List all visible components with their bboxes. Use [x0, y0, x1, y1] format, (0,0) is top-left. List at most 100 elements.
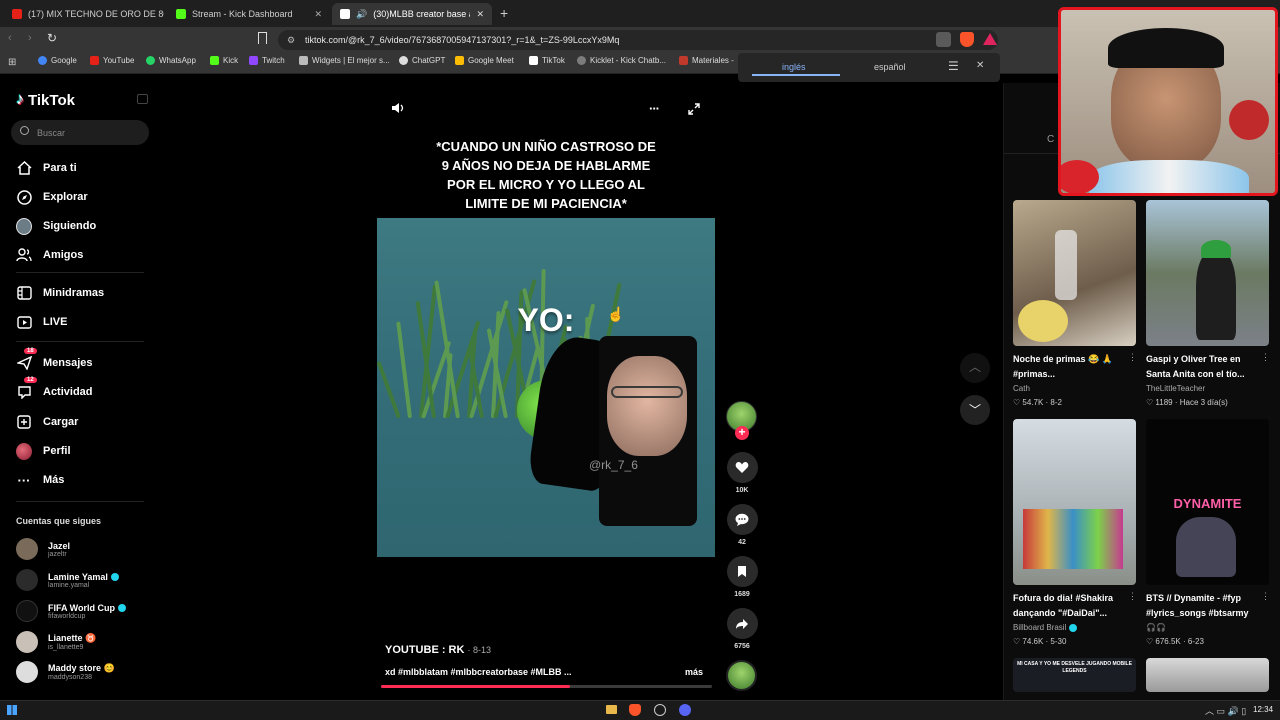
- brave-rewards-icon[interactable]: [983, 33, 997, 45]
- close-tab-icon[interactable]: ✕: [314, 9, 322, 20]
- video-thumbnail[interactable]: MI CASA Y YO ME DESVELE JUGANDO MOBILE L…: [1013, 658, 1136, 692]
- sidebar-item-siguiendo[interactable]: Siguiendo: [16, 217, 96, 235]
- discord-icon[interactable]: [679, 704, 691, 716]
- video-author[interactable]: YOUTUBE : RK · 8-13: [385, 644, 491, 656]
- save-action[interactable]: 1689: [726, 556, 758, 598]
- new-tab-button[interactable]: +: [500, 5, 508, 21]
- card-author[interactable]: Cath: [1013, 384, 1030, 393]
- card-menu-icon[interactable]: ⋮: [1128, 591, 1137, 602]
- bookmark-icon[interactable]: [726, 556, 758, 587]
- tab-kick[interactable]: Stream - Kick Dashboard ✕: [168, 3, 330, 25]
- card-author[interactable]: TheLittleTeacher: [1146, 384, 1205, 393]
- apps-grid-icon[interactable]: ⊞: [8, 57, 16, 68]
- tab-youtube[interactable]: (17) MIX TECHNO DE ORO DE 80's &: [4, 3, 164, 25]
- card-title[interactable]: Noche de primas 😂 🙏 #primas...: [1013, 352, 1113, 382]
- heart-icon[interactable]: [726, 452, 758, 483]
- search-input[interactable]: Buscar: [11, 120, 149, 145]
- more-link[interactable]: más: [685, 667, 703, 677]
- youtube-icon: [90, 56, 99, 65]
- obs-icon[interactable]: [654, 704, 666, 716]
- twitch-icon: [249, 56, 258, 65]
- following-avatar-icon: [16, 217, 32, 235]
- follow-plus-icon[interactable]: +: [735, 426, 749, 440]
- following-item[interactable]: Jazel jazeltr: [16, 538, 70, 560]
- tiktok-logo[interactable]: ♪ TikTok: [16, 91, 75, 109]
- bookmark-kick[interactable]: Kick: [210, 56, 238, 65]
- card-author[interactable]: Billboard Brasil: [1013, 623, 1078, 632]
- volume-icon[interactable]: [391, 101, 405, 115]
- comment-action[interactable]: 42: [726, 504, 758, 546]
- system-tray-icons[interactable]: ︿ ▭ 🔊 ▯: [1205, 704, 1246, 717]
- card-stats: ♡ 1189 · Hace 3 día(s): [1146, 398, 1228, 407]
- menu-icon[interactable]: ☰: [948, 59, 959, 73]
- previous-video-button[interactable]: ︿: [960, 353, 990, 383]
- video-thumbnail[interactable]: [1146, 200, 1269, 346]
- bookmark-whatsapp[interactable]: WhatsApp: [146, 56, 196, 65]
- video-thumbnail[interactable]: [1013, 419, 1136, 585]
- share-action[interactable]: 6756: [726, 608, 758, 650]
- bookmark-chatgpt[interactable]: ChatGPT: [399, 56, 445, 65]
- following-item[interactable]: FIFA World Cup fifaworldcup: [16, 600, 126, 622]
- address-bar[interactable]: ⚙ tiktok.com/@rk_7_6/video/7673687005947…: [278, 30, 998, 50]
- sidebar-item-perfil[interactable]: Perfil: [16, 442, 71, 460]
- source-language-tab[interactable]: inglés: [782, 62, 806, 72]
- bookmark-tiktok[interactable]: TikTok: [529, 56, 565, 65]
- share-icon[interactable]: [726, 608, 758, 639]
- card-menu-icon[interactable]: ⋮: [1261, 352, 1270, 363]
- back-icon[interactable]: ‹: [8, 32, 12, 44]
- bookmark-twitch[interactable]: Twitch: [249, 56, 285, 65]
- following-item[interactable]: Lamine Yamal lamine.yamal: [16, 569, 119, 591]
- upload-icon: [16, 414, 32, 430]
- brave-browser-icon[interactable]: [629, 704, 641, 716]
- video-progress-bar[interactable]: [381, 685, 712, 688]
- video-frame[interactable]: YO: @rk_7_6 ☝: [377, 218, 715, 557]
- sidebar-item-minidramas[interactable]: Minidramas: [16, 285, 104, 301]
- card-menu-icon[interactable]: ⋮: [1261, 591, 1270, 602]
- sidebar-item-mas[interactable]: ··· Más: [16, 472, 65, 488]
- card-title[interactable]: Gaspi y Oliver Tree en Santa Anita con el…: [1146, 352, 1245, 382]
- bookmark-google-meet[interactable]: Google Meet: [455, 56, 514, 65]
- sidebar-item-actividad[interactable]: 12 Actividad: [16, 377, 93, 400]
- bookmark-materiales[interactable]: Materiales -: [679, 56, 734, 65]
- tab-tiktok[interactable]: 🔊 (30)MLBB creator base and R ✕: [332, 3, 492, 25]
- sidebar-item-cargar[interactable]: Cargar: [16, 414, 78, 430]
- snack-plate-shape: [1018, 300, 1068, 342]
- translate-icon[interactable]: [936, 32, 951, 47]
- target-language-tab[interactable]: español: [874, 62, 906, 72]
- following-item[interactable]: Maddy store 😊 maddyson238: [16, 661, 115, 683]
- forward-icon[interactable]: ›: [28, 32, 32, 44]
- bookmark-kicklet[interactable]: Kicklet - Kick Chatb...: [577, 56, 666, 65]
- video-thumbnail[interactable]: DYNAMITE: [1146, 419, 1269, 585]
- comment-icon[interactable]: [726, 504, 758, 535]
- sidebar-item-explorar[interactable]: Explorar: [16, 189, 88, 205]
- like-action[interactable]: 10K: [726, 452, 758, 494]
- close-tab-icon[interactable]: ✕: [476, 9, 484, 20]
- fullscreen-icon[interactable]: [688, 102, 700, 115]
- bookmark-youtube[interactable]: YouTube: [90, 56, 134, 65]
- sidebar-item-amigos[interactable]: Amigos: [16, 247, 83, 263]
- card-title[interactable]: BTS // Dynamite - #fyp #lyrics_songs #bts…: [1146, 591, 1249, 621]
- site-settings-icon[interactable]: ⚙: [287, 30, 295, 50]
- card-menu-icon[interactable]: ⋮: [1128, 352, 1137, 363]
- bookmark-widgets[interactable]: Widgets | El mejor s...: [299, 56, 390, 65]
- sidebar-item-mensajes[interactable]: 18 Mensajes: [16, 348, 93, 371]
- avatar: [16, 569, 38, 591]
- next-video-button[interactable]: ﹀: [960, 395, 990, 425]
- sidebar-item-para-ti[interactable]: Para ti: [16, 160, 77, 176]
- card-title[interactable]: Fofura do dia! #Shakira dançando "#DaiDai…: [1013, 591, 1113, 621]
- collapse-sidebar-icon[interactable]: [137, 94, 148, 104]
- more-options-icon[interactable]: ···: [649, 101, 660, 116]
- video-thumbnail[interactable]: [1013, 200, 1136, 346]
- bookmark-icon[interactable]: [258, 32, 267, 44]
- following-item[interactable]: Lianette ♉ is_llanette9: [16, 631, 96, 653]
- card-author[interactable]: 🎧🎧: [1146, 623, 1166, 632]
- video-thumbnail[interactable]: [1146, 658, 1269, 692]
- reload-icon[interactable]: ↻: [47, 31, 57, 45]
- file-explorer-icon[interactable]: [606, 705, 617, 714]
- bookmark-google[interactable]: Google: [38, 56, 77, 65]
- start-button-icon[interactable]: [7, 705, 17, 715]
- sound-disc-icon[interactable]: [726, 660, 757, 691]
- sidebar-item-live[interactable]: LIVE: [16, 314, 67, 330]
- brave-shield-icon[interactable]: [960, 32, 974, 47]
- close-icon[interactable]: ✕: [976, 60, 984, 71]
